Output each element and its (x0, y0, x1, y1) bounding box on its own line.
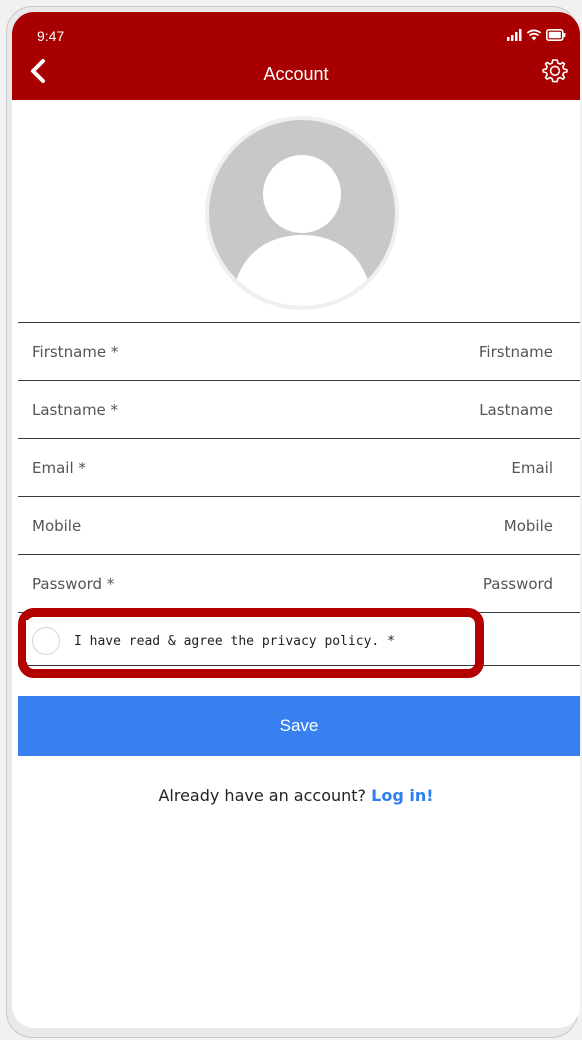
user-placeholder-icon (231, 155, 373, 306)
mobile-input[interactable] (301, 515, 555, 536)
mobile-row: Mobile (18, 496, 580, 554)
battery-icon (546, 29, 566, 41)
firstname-input[interactable] (301, 341, 555, 362)
password-row: Password * (18, 554, 580, 612)
email-input[interactable] (301, 457, 555, 478)
app-header: 9:47 Account (12, 12, 580, 100)
login-prompt: Already have an account? Log in! (12, 786, 580, 805)
privacy-radio[interactable] (32, 627, 60, 655)
signal-icon (507, 29, 522, 41)
page-title: Account (263, 64, 329, 84)
email-label: Email * (32, 458, 86, 477)
password-input[interactable] (301, 573, 555, 594)
lastname-row: Lastname * (18, 380, 580, 438)
password-label: Password * (32, 574, 115, 593)
lastname-input[interactable] (301, 399, 555, 420)
app-screen: 9:47 Account Firstname * Firstname Lastn… (12, 12, 580, 1028)
email-row: Email * (18, 438, 580, 496)
save-button[interactable]: Save (18, 696, 580, 756)
wifi-icon (526, 29, 542, 41)
firstname-label: Firstname * (32, 342, 119, 361)
privacy-checkbox-row[interactable]: I have read & agree the privacy policy. … (26, 620, 472, 662)
lastname-label: Lastname * (32, 400, 119, 419)
status-icons (506, 28, 566, 42)
gear-icon (542, 59, 568, 83)
firstname-row: Firstname * (18, 322, 580, 380)
status-time: 9:47 (37, 28, 65, 44)
login-link[interactable]: Log in! (371, 786, 433, 805)
avatar[interactable] (205, 116, 399, 310)
settings-button[interactable] (540, 56, 570, 86)
mobile-label: Mobile (32, 516, 82, 535)
privacy-label: I have read & agree the privacy policy. … (74, 633, 395, 649)
login-prompt-text: Already have an account? (158, 786, 367, 805)
